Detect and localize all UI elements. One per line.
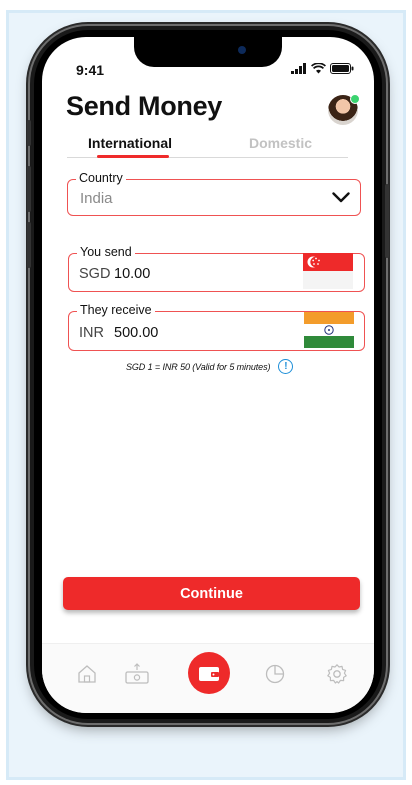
app-screen: 9:41 Send Money International Domestic C… (42, 37, 374, 713)
receive-label: They receive (77, 303, 155, 317)
send-currency: SGD (79, 266, 111, 282)
send-label: You send (77, 245, 135, 259)
volume-down-button (27, 222, 31, 268)
status-time: 9:41 (76, 62, 105, 78)
tab-domestic[interactable]: Domestic (249, 135, 312, 151)
info-icon[interactable]: ! (278, 359, 294, 374)
wifi-icon (311, 63, 326, 74)
volume-up-button (27, 166, 31, 212)
online-status-dot (350, 94, 360, 104)
receive-amount-field[interactable]: They receive INR 500.00 (68, 303, 365, 351)
tab-bar: International Domestic (67, 131, 348, 158)
receive-amount-value: 500.00 (114, 325, 159, 341)
avatar[interactable] (328, 94, 360, 125)
pie-chart-icon[interactable] (262, 661, 288, 687)
bottom-nav (42, 643, 374, 713)
chevron-down-icon (332, 192, 350, 203)
page-title: Send Money (66, 91, 223, 121)
status-icons (291, 63, 354, 74)
send-amount-input[interactable]: 10.00 (114, 266, 150, 282)
settings-icon[interactable] (324, 661, 350, 687)
signal-icon (291, 63, 306, 74)
exchange-rate-row: SGD 1 = INR 50 (Valid for 5 minutes) ! (126, 359, 294, 374)
cash-icon[interactable] (124, 661, 150, 687)
country-value: India (80, 190, 113, 207)
notch (134, 37, 282, 67)
continue-button[interactable]: Continue (63, 577, 360, 610)
wallet-icon[interactable] (188, 652, 230, 694)
receive-currency: INR (79, 325, 104, 341)
singapore-flag-icon (303, 253, 353, 289)
send-amount-field[interactable]: You send SGD 10.00 (68, 245, 365, 292)
country-select[interactable]: Country India (67, 171, 361, 216)
india-flag-icon (304, 312, 354, 348)
power-button (385, 184, 389, 258)
country-label: Country (76, 171, 126, 185)
exchange-rate-text: SGD 1 = INR 50 (Valid for 5 minutes) (126, 361, 271, 372)
tab-international[interactable]: International (88, 135, 172, 151)
mute-switch (27, 120, 31, 146)
home-icon[interactable] (74, 661, 100, 687)
battery-icon (330, 63, 354, 74)
active-tab-indicator (97, 155, 169, 158)
